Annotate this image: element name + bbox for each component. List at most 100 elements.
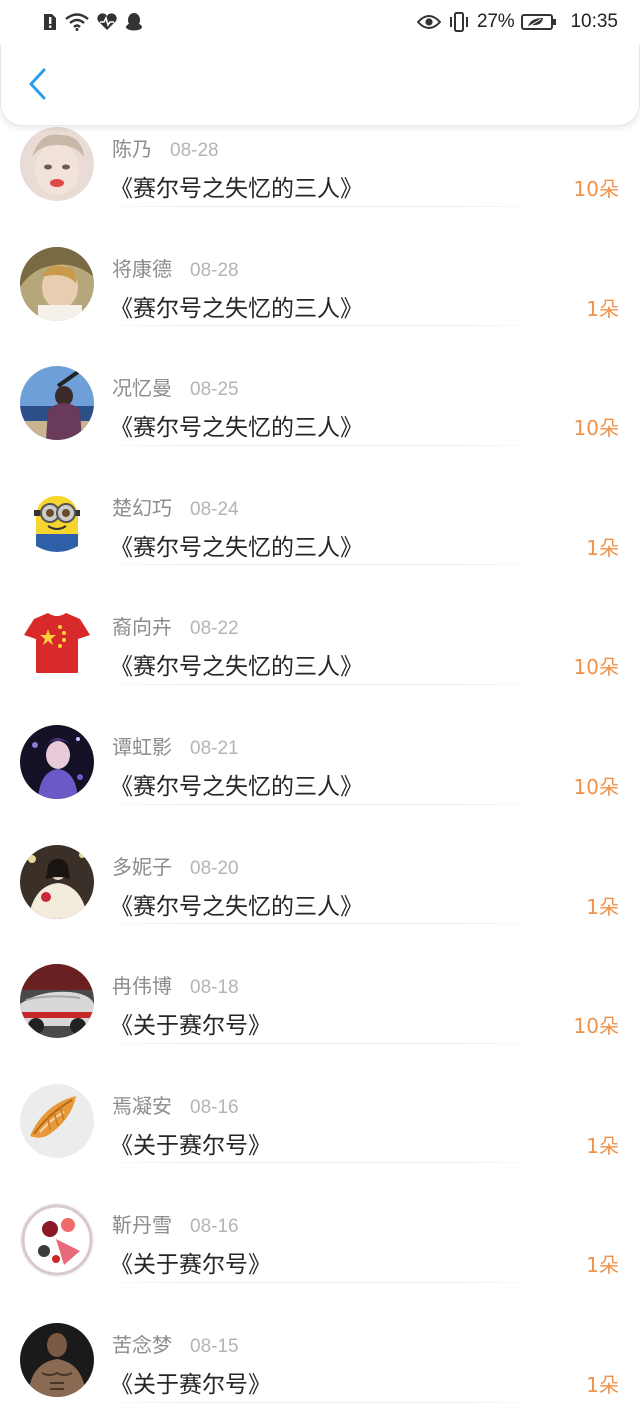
user-name: 多妮子 — [112, 854, 172, 879]
avatar-image — [20, 964, 94, 1039]
vibrate-icon — [448, 12, 470, 32]
name-line: 将康德 08-28 — [112, 253, 239, 282]
flower-amount: 10朵 — [573, 416, 619, 441]
alert-sim-icon — [42, 13, 58, 31]
avatar-plate[interactable] — [20, 1203, 94, 1278]
name-line: 谭虹影 08-21 — [112, 731, 239, 760]
avatar-image — [20, 724, 94, 799]
avatar-image — [20, 844, 94, 919]
top-nav-bar — [0, 44, 640, 126]
user-name: 苦念梦 — [112, 1332, 172, 1357]
user-name: 冉伟博 — [112, 974, 172, 999]
avatar-image — [20, 1083, 94, 1158]
gift-record-row[interactable]: 况忆曼 08-25 《赛尔号之失忆的三人》 10朵 — [0, 326, 640, 446]
book-title: 《赛尔号之失忆的三人》 — [110, 893, 363, 920]
flower-amount: 10朵 — [573, 655, 619, 680]
record-date: 08-16 — [190, 1216, 239, 1238]
record-date: 08-28 — [190, 259, 239, 281]
user-name: 靳丹雪 — [112, 1213, 172, 1238]
avatar-image — [20, 605, 94, 680]
user-name: 况忆曼 — [112, 376, 172, 401]
flower-amount: 1朵 — [586, 1133, 619, 1158]
avatar-image — [20, 127, 94, 201]
name-line: 况忆曼 08-25 — [112, 372, 239, 401]
book-title: 《关于赛尔号》 — [110, 1132, 271, 1159]
book-title: 《赛尔号之失忆的三人》 — [110, 534, 363, 561]
gift-record-row[interactable]: 多妮子 08-20 《赛尔号之失忆的三人》 1朵 — [0, 805, 640, 925]
name-line: 裔向卉 08-22 — [112, 611, 239, 640]
gift-record-row[interactable]: 靳丹雪 08-16 《关于赛尔号》 1朵 — [0, 1163, 640, 1283]
avatar-purple[interactable] — [20, 724, 94, 799]
book-title: 《关于赛尔号》 — [110, 1252, 271, 1279]
book-title: 《赛尔号之失忆的三人》 — [110, 295, 363, 322]
user-name: 谭虹影 — [112, 734, 172, 759]
avatar-shell[interactable] — [20, 1083, 94, 1158]
user-name: 楚幻巧 — [112, 495, 172, 520]
book-title: 《赛尔号之失忆的三人》 — [110, 415, 363, 442]
avatar-minion[interactable] — [20, 485, 94, 560]
book-title: 《赛尔号之失忆的三人》 — [110, 176, 363, 202]
name-line: 焉凝安 08-16 — [112, 1090, 239, 1119]
eye-icon — [417, 14, 442, 30]
name-line: 多妮子 08-20 — [112, 851, 239, 880]
gift-record-row[interactable]: 将康德 08-28 《赛尔号之失忆的三人》 1朵 — [0, 207, 640, 327]
record-date: 08-18 — [190, 977, 239, 999]
avatar-image — [20, 246, 94, 321]
qq-icon — [125, 12, 143, 32]
clock: 10:35 — [570, 11, 618, 32]
gift-record-list: 陈乃 08-28 《赛尔号之失忆的三人》 10朵 将康德 08-28 《赛尔号之… — [0, 87, 640, 1403]
name-line: 楚幻巧 08-24 — [112, 492, 239, 521]
book-title: 《赛尔号之失忆的三人》 — [110, 773, 363, 800]
avatar-image — [20, 1203, 94, 1278]
user-name: 焉凝安 — [112, 1093, 172, 1118]
avatar-muscle[interactable] — [20, 1322, 94, 1397]
battery-percent: 27% — [477, 11, 515, 32]
user-name: 陈乃 — [112, 137, 152, 161]
avatar-bride[interactable] — [20, 844, 94, 919]
wifi-icon — [65, 13, 89, 31]
name-line: 苦念梦 08-15 — [112, 1329, 239, 1358]
chevron-left-icon — [29, 68, 46, 100]
book-title: 《关于赛尔号》 — [110, 1371, 271, 1398]
record-date: 08-25 — [190, 379, 239, 401]
name-line: 陈乃 08-28 — [112, 133, 219, 162]
battery-icon — [521, 13, 557, 31]
status-bar-right: 27% 10:35 — [417, 11, 618, 33]
name-line: 靳丹雪 08-16 — [112, 1209, 239, 1238]
record-date: 08-24 — [190, 498, 239, 520]
flower-amount: 1朵 — [586, 1372, 619, 1397]
flower-amount: 10朵 — [573, 774, 619, 799]
avatar-face[interactable] — [20, 127, 94, 201]
book-title: 《赛尔号之失忆的三人》 — [110, 654, 363, 681]
row-divider — [96, 1401, 544, 1403]
flower-amount: 1朵 — [586, 1253, 619, 1278]
book-title: 《关于赛尔号》 — [110, 1013, 271, 1040]
avatar-image — [20, 366, 94, 441]
status-bar-left — [42, 12, 143, 32]
gift-record-row[interactable]: 楚幻巧 08-24 《赛尔号之失忆的三人》 1朵 — [0, 446, 640, 566]
heart-rate-icon — [96, 13, 118, 31]
gift-record-row[interactable]: 冉伟博 08-18 《关于赛尔号》 10朵 — [0, 924, 640, 1044]
avatar-child[interactable] — [20, 246, 94, 321]
record-date: 08-22 — [190, 618, 239, 640]
flower-amount: 1朵 — [586, 894, 619, 919]
avatar-flag-shirt[interactable] — [20, 605, 94, 680]
name-line: 冉伟博 08-18 — [112, 970, 239, 999]
flower-amount: 10朵 — [573, 177, 619, 201]
avatar-car[interactable] — [20, 964, 94, 1039]
record-date: 08-15 — [190, 1335, 239, 1357]
record-date: 08-16 — [190, 1096, 239, 1118]
record-date: 08-28 — [170, 140, 219, 161]
record-date: 08-21 — [190, 737, 239, 759]
user-name: 将康德 — [112, 256, 172, 281]
avatar-beach[interactable] — [20, 366, 94, 441]
gift-record-row[interactable]: 苦念梦 08-15 《关于赛尔号》 1朵 — [0, 1283, 640, 1403]
user-name: 裔向卉 — [112, 615, 172, 640]
gift-record-row[interactable]: 谭虹影 08-21 《赛尔号之失忆的三人》 10朵 — [0, 685, 640, 805]
flower-amount: 1朵 — [586, 535, 619, 560]
record-date: 08-20 — [190, 857, 239, 879]
gift-record-row[interactable]: 焉凝安 08-16 《关于赛尔号》 1朵 — [0, 1044, 640, 1164]
gift-record-row[interactable]: 裔向卉 08-22 《赛尔号之失忆的三人》 10朵 — [0, 565, 640, 685]
avatar-image — [20, 1322, 94, 1397]
back-button[interactable] — [19, 64, 55, 104]
